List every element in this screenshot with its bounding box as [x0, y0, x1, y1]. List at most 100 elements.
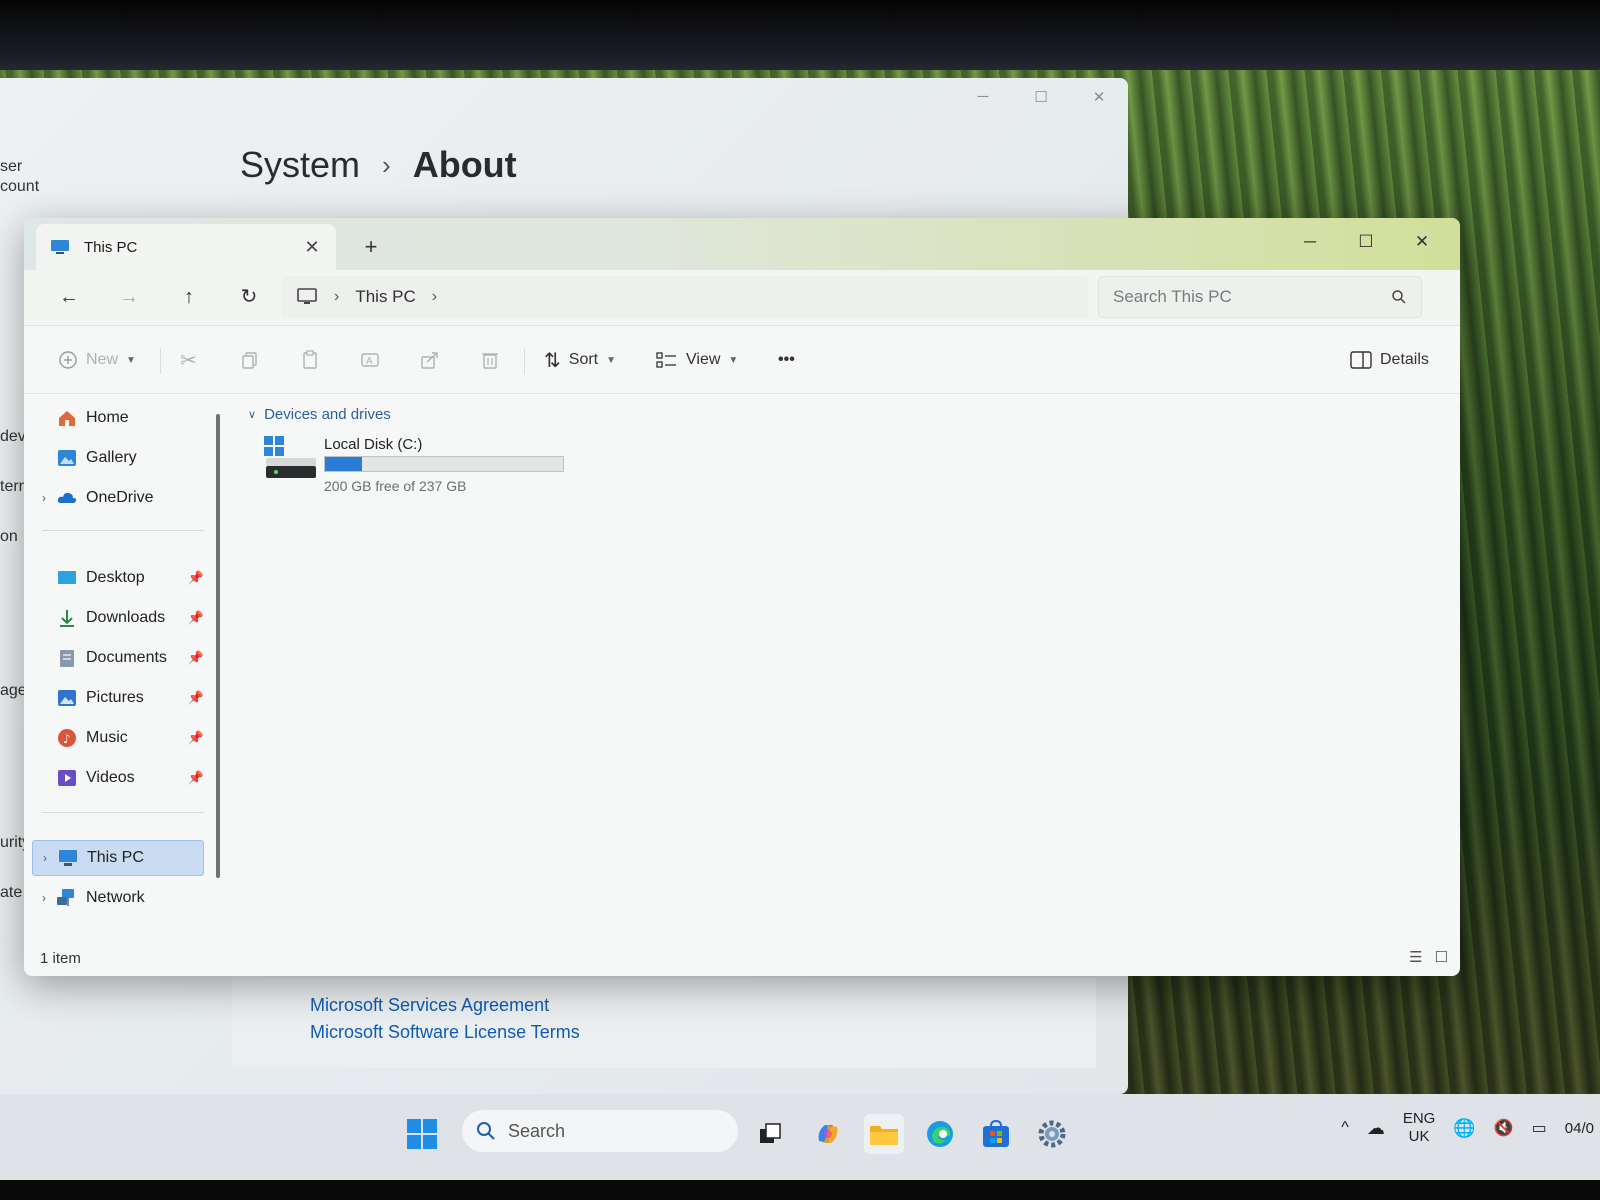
settings-links-section: Microsoft Services Agreement Microsoft S…	[232, 978, 1096, 1068]
sidebar-item-label: Gallery	[86, 449, 137, 466]
share-button[interactable]	[420, 342, 440, 378]
search-icon[interactable]	[1391, 289, 1407, 305]
settings-minimize-button[interactable]: ─	[968, 88, 998, 106]
copy-button[interactable]	[240, 342, 260, 378]
chevron-right-icon[interactable]: ›	[32, 891, 56, 905]
tab-close-icon[interactable]: ✕	[302, 237, 322, 258]
chevron-right-icon[interactable]: ›	[33, 851, 57, 865]
computer-icon	[59, 850, 77, 866]
gallery-icon	[58, 450, 76, 466]
task-view-button[interactable]	[750, 1114, 790, 1154]
details-view-icon[interactable]: ☰	[1409, 948, 1422, 966]
settings-maximize-button[interactable]: ☐	[1026, 88, 1056, 106]
sidebar-item-downloads[interactable]: Downloads 📌	[32, 600, 204, 636]
breadcrumb-system[interactable]: System	[240, 144, 360, 186]
sidebar-item-music[interactable]: ♪ Music 📌	[32, 720, 204, 756]
breadcrumb-chevron[interactable]: ›	[432, 288, 437, 306]
pin-icon[interactable]: 📌	[188, 650, 204, 666]
pin-icon[interactable]: 📌	[188, 570, 204, 586]
up-button[interactable]: ↑	[170, 280, 208, 314]
sidebar-item-pictures[interactable]: Pictures 📌	[32, 680, 204, 716]
view-button[interactable]: View ▼	[656, 342, 738, 378]
more-options-button[interactable]: •••	[778, 342, 795, 378]
address-bar[interactable]: › This PC ›	[282, 276, 1088, 318]
forward-button[interactable]: →	[110, 280, 148, 314]
refresh-button[interactable]: ↻	[230, 280, 268, 314]
sidebar-item-videos[interactable]: Videos 📌	[32, 760, 204, 796]
cut-button[interactable]: ✂	[180, 342, 197, 378]
delete-button[interactable]	[480, 342, 500, 378]
start-button[interactable]	[402, 1114, 442, 1154]
search-input[interactable]	[1113, 287, 1391, 307]
sidebar-item-label: Music	[86, 729, 128, 746]
sidebar-item-this-pc[interactable]: › This PC	[32, 840, 204, 876]
breadcrumb-chevron[interactable]: ›	[334, 288, 339, 306]
chevron-up-icon[interactable]: ^	[1341, 1119, 1349, 1137]
language-indicator[interactable]: ENG UK	[1403, 1110, 1436, 1146]
battery-icon[interactable]: ▭	[1532, 1118, 1547, 1138]
sidebar-item-network[interactable]: › Network	[32, 880, 204, 916]
share-icon	[421, 352, 438, 369]
sidebar-item-onedrive[interactable]: › OneDrive	[32, 480, 204, 516]
navpane-scrollbar[interactable]	[216, 414, 220, 878]
license-terms-link[interactable]: Microsoft Software License Terms	[310, 1019, 1018, 1046]
sort-button[interactable]: ⇅ Sort ▼	[544, 342, 616, 378]
sidebar-item-label: OneDrive	[86, 489, 154, 506]
file-explorer-taskbar-button[interactable]	[864, 1114, 904, 1154]
rename-button[interactable]: A	[360, 342, 380, 378]
volume-muted-icon[interactable]: 🔇	[1494, 1118, 1514, 1138]
window-controls: ─ ☐ ✕	[1282, 222, 1450, 262]
maximize-button[interactable]: ☐	[1338, 222, 1394, 262]
settings-close-button[interactable]: ✕	[1084, 88, 1114, 106]
sidebar-item-desktop[interactable]: Desktop 📌	[32, 560, 204, 596]
divider	[160, 348, 161, 374]
sidebar-item-documents[interactable]: Documents 📌	[32, 640, 204, 676]
settings-taskbar-button[interactable]	[1032, 1114, 1072, 1154]
view-toggles: ☰ ☐	[1409, 948, 1448, 966]
store-button[interactable]	[976, 1114, 1016, 1154]
new-tab-button[interactable]: +	[354, 230, 388, 264]
breadcrumb-this-pc[interactable]: This PC	[355, 287, 415, 307]
taskbar-search[interactable]: Search	[462, 1110, 738, 1152]
navigation-pane: Home Gallery › OneDrive Desktop 📌 Downlo…	[24, 394, 224, 940]
breadcrumb-separator: ›	[382, 149, 391, 180]
sidebar-item-label: Home	[86, 409, 129, 426]
drive-usage-bar	[324, 456, 564, 472]
nav-divider	[42, 530, 204, 531]
sidebar-item-gallery[interactable]: Gallery	[32, 440, 204, 476]
pin-icon[interactable]: 📌	[188, 730, 204, 746]
services-agreement-link[interactable]: Microsoft Services Agreement	[310, 992, 1018, 1019]
details-pane-icon	[1350, 351, 1372, 369]
pin-icon[interactable]: 📌	[188, 610, 204, 626]
clipboard-icon	[303, 350, 317, 369]
monitor-icon[interactable]	[296, 287, 318, 307]
close-button[interactable]: ✕	[1394, 222, 1450, 262]
drive-item[interactable]: Local Disk (C:) 200 GB free of 237 GB	[262, 434, 582, 500]
tab-label: This PC	[84, 238, 138, 256]
paste-button[interactable]	[300, 342, 320, 378]
tab-this-pc[interactable]: This PC ✕	[36, 224, 336, 270]
edge-button[interactable]	[920, 1114, 960, 1154]
back-button[interactable]: ←	[50, 280, 88, 314]
taskbar: Search ^ ☁ ENG UK 🌐 🔇 ▭ 04/0	[0, 1094, 1600, 1180]
clock[interactable]: 04/0	[1565, 1120, 1594, 1137]
sidebar-item-home[interactable]: Home	[32, 400, 204, 436]
minimize-button[interactable]: ─	[1282, 222, 1338, 262]
new-button[interactable]: New ▼	[58, 342, 136, 378]
sidebar-item-label: Videos	[86, 769, 135, 786]
pin-icon[interactable]: 📌	[188, 690, 204, 706]
chevron-right-icon[interactable]: ›	[32, 491, 56, 505]
onedrive-status-icon[interactable]: ☁	[1367, 1118, 1385, 1139]
copilot-button[interactable]	[808, 1114, 848, 1154]
devices-group-header[interactable]: ∨ Devices and drives	[248, 406, 391, 423]
pin-icon[interactable]: 📌	[188, 770, 204, 786]
screen-bezel-bottom	[0, 1180, 1600, 1200]
hard-drive-icon	[264, 436, 316, 478]
settings-sidebar-fragment: age	[0, 682, 27, 699]
tiles-view-icon[interactable]: ☐	[1435, 948, 1448, 966]
view-label: View	[686, 351, 721, 368]
sidebar-item-label: Desktop	[86, 569, 145, 586]
details-button[interactable]: Details	[1350, 342, 1429, 378]
settings-sidebar-fragment: count	[0, 178, 40, 195]
globe-icon[interactable]: 🌐	[1453, 1118, 1475, 1139]
